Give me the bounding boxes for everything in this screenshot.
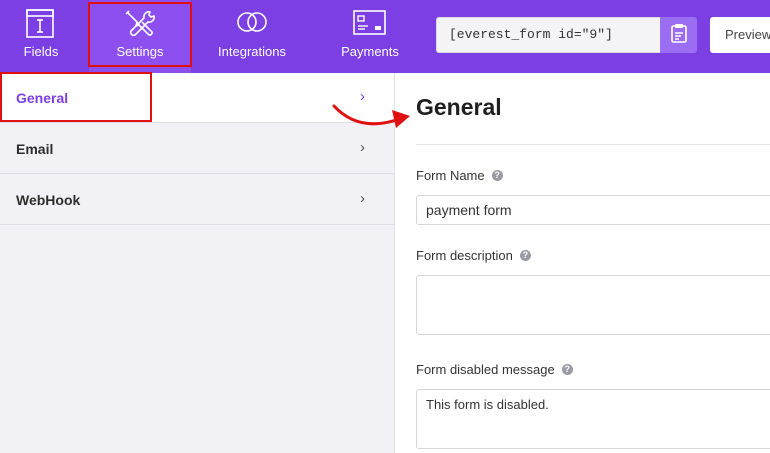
page-title: General: [416, 94, 502, 120]
tab-fields[interactable]: Fields: [0, 0, 82, 73]
form-disabled-message-textarea[interactable]: This form is disabled.: [416, 389, 770, 449]
form-description-textarea[interactable]: [416, 275, 770, 335]
shortcode-field[interactable]: [everest_form id="9"]: [436, 17, 660, 53]
sidebar-item-label: Email: [16, 141, 54, 157]
form-disabled-message-label-text: Form disabled message: [416, 362, 555, 377]
annotation-arrow-icon: [332, 104, 410, 128]
help-icon[interactable]: ?: [491, 170, 503, 181]
preview-button[interactable]: Preview: [710, 17, 770, 53]
clipboard-icon: [670, 23, 688, 48]
settings-panel: General Form Name ? payment form Form de…: [396, 73, 770, 453]
tab-settings[interactable]: Settings: [89, 0, 191, 73]
linked-rings-icon: [234, 8, 270, 41]
title-divider: [416, 144, 770, 145]
sidebar-item-label: General: [16, 90, 69, 106]
sidebar-item-label: WebHook: [16, 192, 81, 208]
tab-payments-label: Payments: [341, 44, 399, 59]
form-name-input[interactable]: payment form: [416, 195, 770, 225]
copy-shortcode-button[interactable]: [660, 17, 697, 53]
form-description-label-text: Form description: [416, 248, 513, 263]
tab-settings-label: Settings: [116, 44, 164, 59]
sidebar-item-webhook[interactable]: WebHook ›: [0, 175, 394, 225]
form-field-icon: [24, 8, 58, 43]
form-disabled-message-label: Form disabled message ?: [416, 362, 573, 377]
tab-payments[interactable]: Payments: [320, 0, 420, 73]
tab-integrations[interactable]: Integrations: [199, 0, 305, 73]
builder-toolbar: Fields Settings Integrations Payments [e…: [0, 0, 770, 73]
tab-fields-label: Fields: [23, 44, 59, 59]
tab-integrations-label: Integrations: [218, 44, 286, 59]
credit-card-icon: [352, 8, 388, 41]
form-name-label: Form Name ?: [416, 168, 503, 183]
chevron-right-icon: ›: [360, 190, 365, 207]
form-name-label-text: Form Name: [416, 168, 485, 183]
help-icon[interactable]: ?: [519, 250, 531, 261]
help-icon[interactable]: ?: [561, 364, 573, 375]
wrench-screwdriver-icon: [123, 8, 157, 43]
form-description-label: Form description ?: [416, 248, 531, 263]
chevron-right-icon: ›: [360, 139, 365, 156]
